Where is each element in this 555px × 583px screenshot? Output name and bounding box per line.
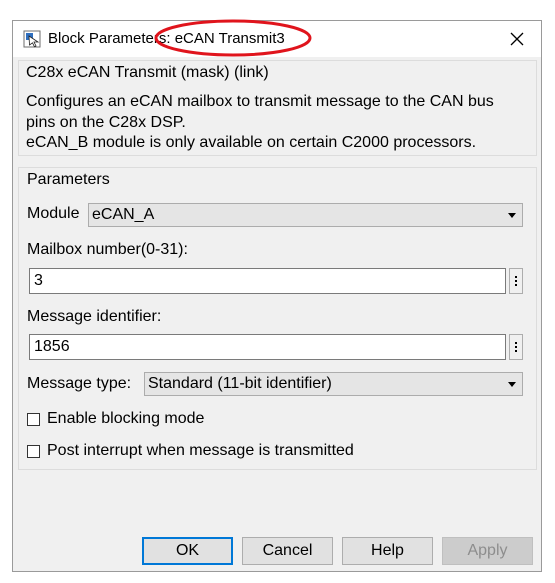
mailbox-more-options-button[interactable] <box>509 268 523 294</box>
parameters-title: Parameters <box>27 171 110 188</box>
parameters-group: Parameters Module eCAN_A Mailbox number(… <box>18 167 537 470</box>
dot <box>515 280 517 282</box>
module-label: Module <box>27 205 80 222</box>
chevron-down-icon <box>508 382 516 387</box>
message-type-label: Message type: <box>27 375 132 392</box>
chevron-down-icon <box>508 213 516 218</box>
message-type-value: Standard (11-bit identifier) <box>148 375 332 392</box>
cancel-button[interactable]: Cancel <box>242 537 333 565</box>
description-line: eCAN_B module is only available on certa… <box>26 134 477 151</box>
simulink-block-icon <box>23 30 41 48</box>
identifier-more-options-button[interactable] <box>509 334 523 360</box>
blocking-mode-checkbox[interactable] <box>27 412 40 426</box>
post-interrupt-option[interactable]: Post interrupt when message is transmitt… <box>27 441 354 461</box>
help-button[interactable]: Help <box>342 537 433 565</box>
dot <box>515 342 517 344</box>
post-interrupt-label: Post interrupt when message is transmitt… <box>47 442 354 459</box>
blocking-mode-label: Enable blocking mode <box>47 410 205 427</box>
module-dropdown[interactable]: eCAN_A <box>88 203 523 227</box>
dot <box>515 350 517 352</box>
close-button[interactable] <box>493 21 541 57</box>
dot <box>515 346 517 348</box>
mask-description-group: C28x eCAN Transmit (mask) (link) Configu… <box>18 60 537 156</box>
dot <box>515 276 517 278</box>
description-line: pins on the C28x DSP. <box>26 113 186 131</box>
dot <box>515 284 517 286</box>
close-icon <box>510 32 524 46</box>
module-value: eCAN_A <box>92 206 155 223</box>
mailbox-label: Mailbox number(0-31): <box>27 241 188 258</box>
block-parameters-dialog: Block Parameters: eCAN Transmit3 C28x eC… <box>12 19 542 572</box>
ok-button[interactable]: OK <box>142 537 233 565</box>
apply-button: Apply <box>442 537 533 565</box>
title-bar[interactable]: Block Parameters: eCAN Transmit3 <box>13 19 541 57</box>
message-identifier-field[interactable]: 1856 <box>29 334 506 360</box>
description-line: Configures an eCAN mailbox to transmit m… <box>26 93 494 110</box>
post-interrupt-checkbox[interactable] <box>27 444 40 458</box>
mailbox-number-field[interactable]: 3 <box>29 268 506 294</box>
mask-description: Configures an eCAN mailbox to transmit m… <box>26 92 531 154</box>
message-identifier-label: Message identifier: <box>27 308 162 325</box>
mask-title: C28x eCAN Transmit (mask) (link) <box>26 64 273 82</box>
window-title: Block Parameters: eCAN Transmit3 <box>48 30 285 47</box>
message-type-dropdown[interactable]: Standard (11-bit identifier) <box>144 372 523 396</box>
blocking-mode-option[interactable]: Enable blocking mode <box>27 409 204 429</box>
